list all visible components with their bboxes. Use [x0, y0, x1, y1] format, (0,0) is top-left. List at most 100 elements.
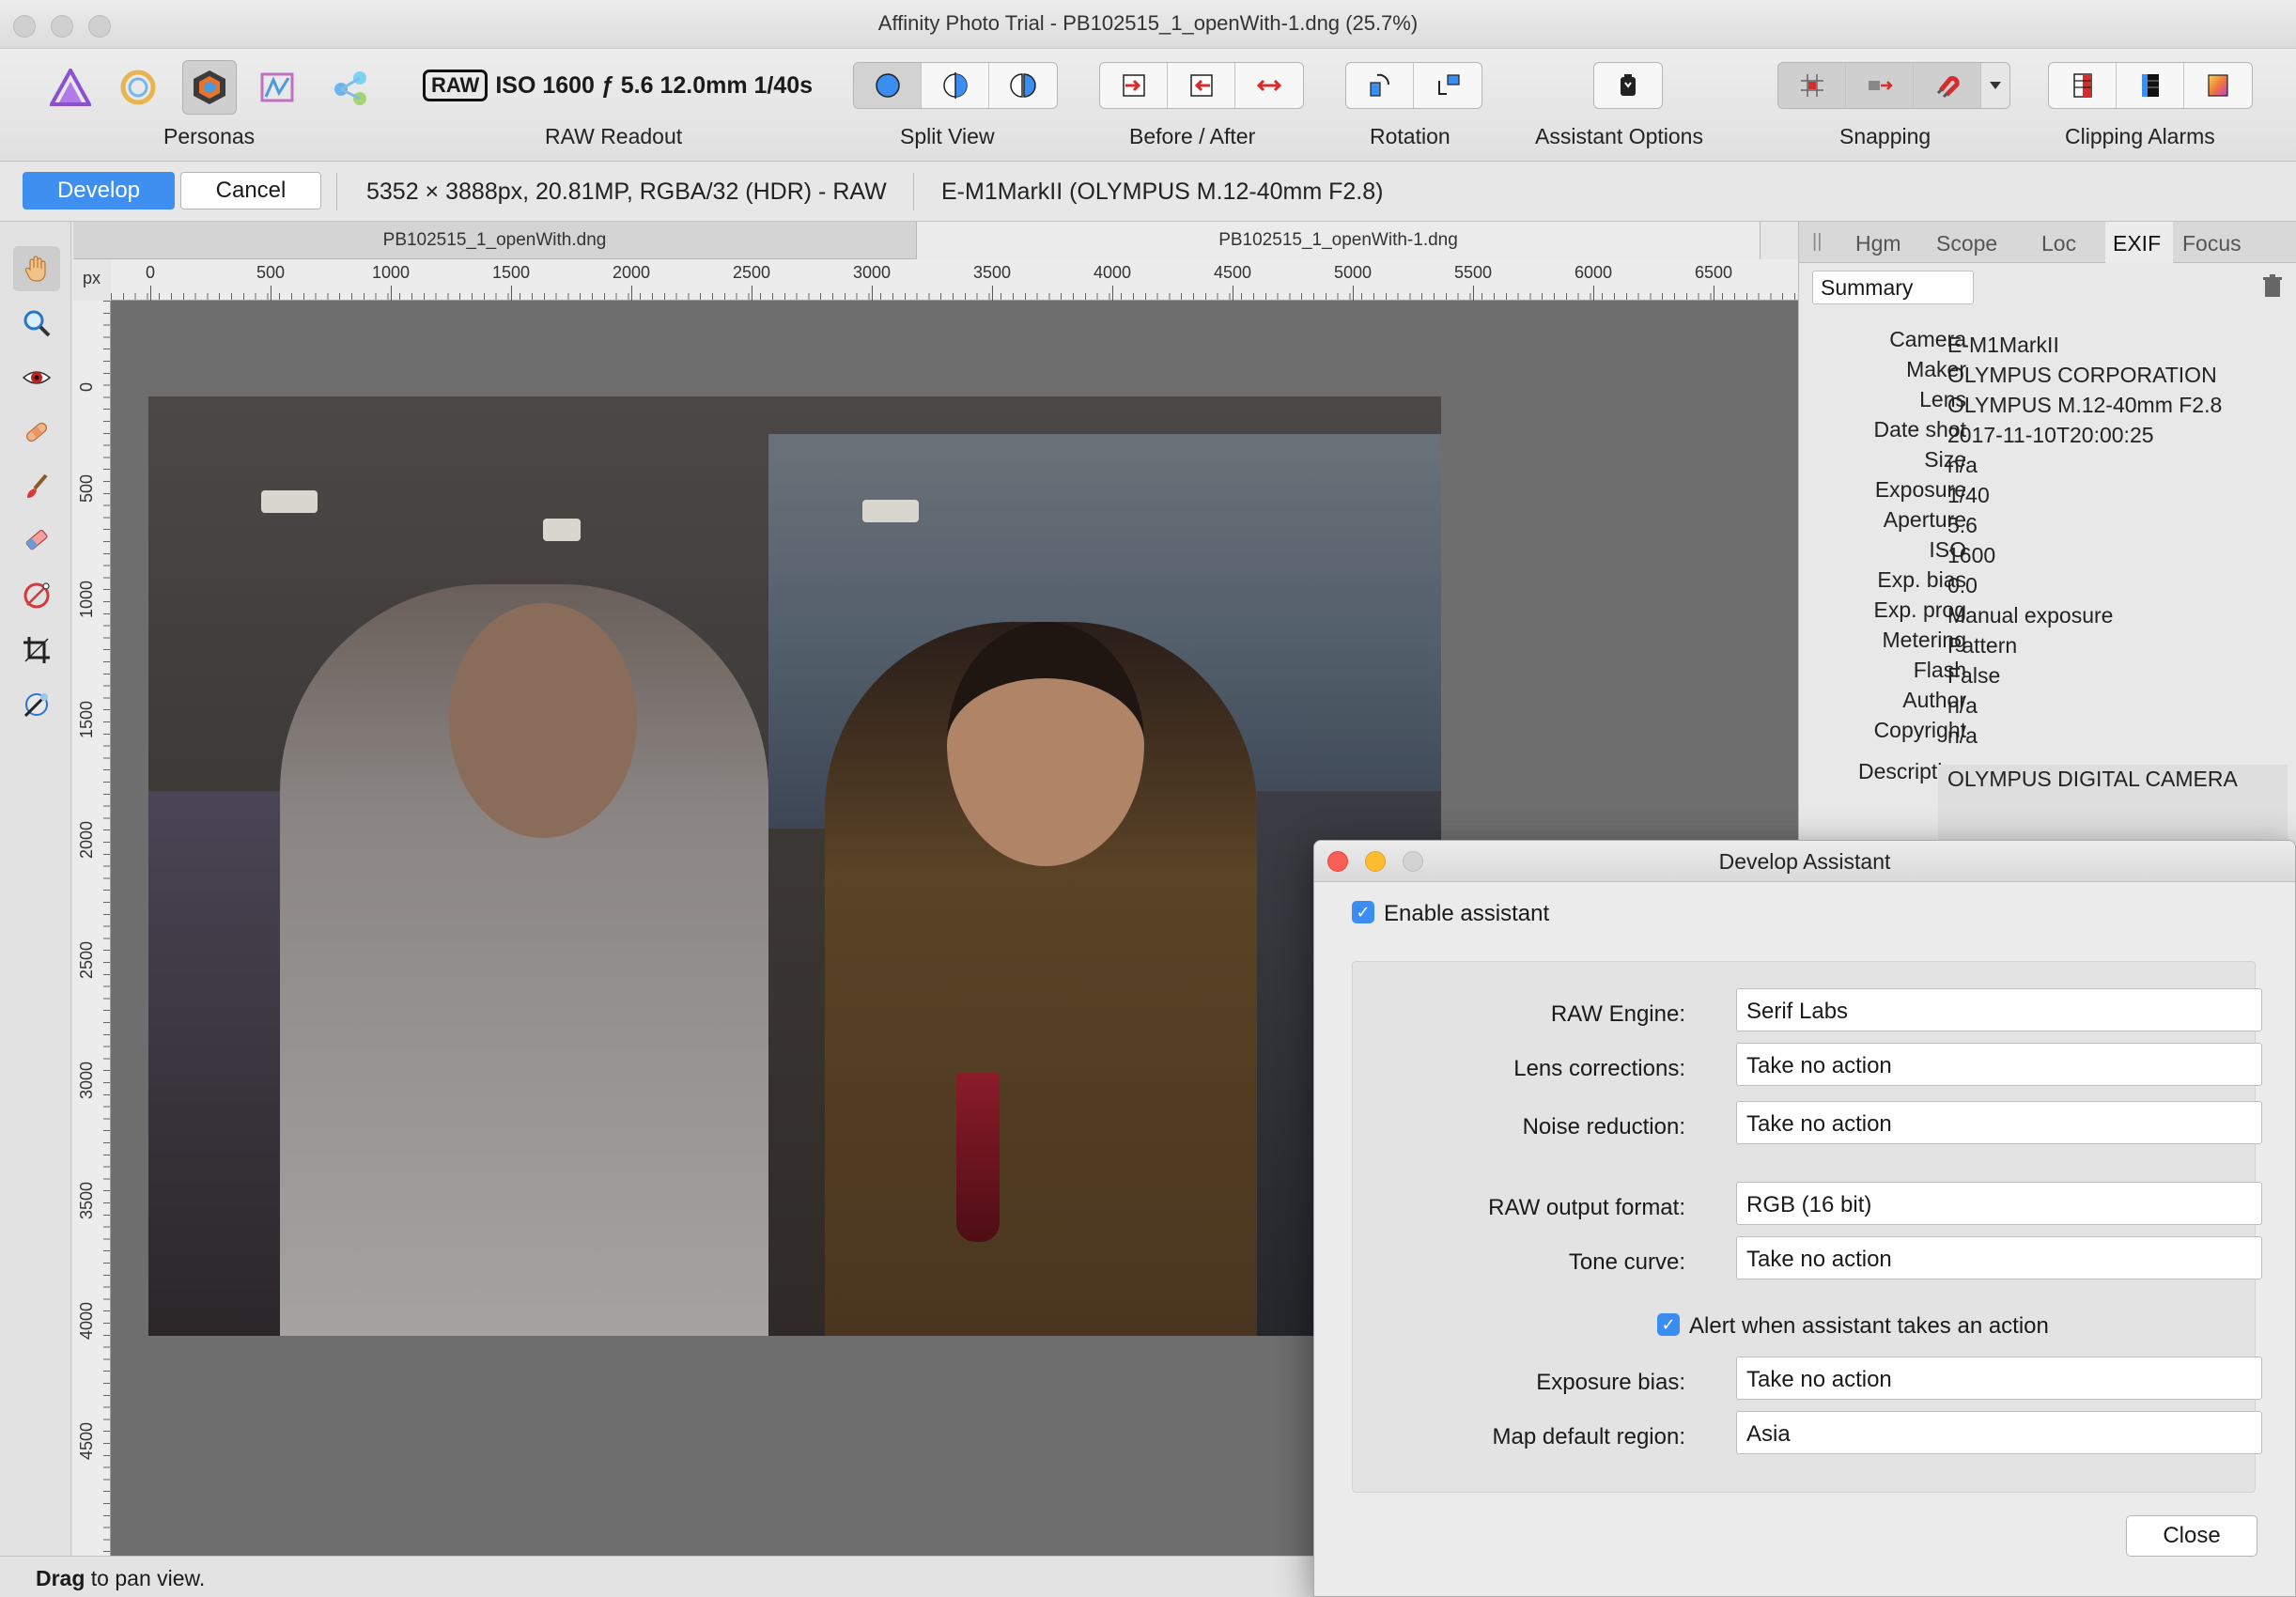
tone-mapping-persona-icon[interactable]: [250, 60, 304, 115]
clipping-alarms-group: [2048, 62, 2253, 109]
photo-ceiling-light: [862, 500, 919, 522]
exif-value: OLYMPUS M.12-40mm F2.8: [1947, 393, 2223, 417]
blemish-removal-tool-icon[interactable]: [13, 410, 60, 455]
enable-assistant-checkbox[interactable]: ✓: [1352, 901, 1374, 923]
ruler-tick: 4500: [77, 1421, 96, 1460]
raw-engine-select[interactable]: Serif Labs: [1736, 988, 2262, 1031]
raw-output-format-label: RAW output format:: [1488, 1195, 1685, 1220]
split-view-caption: Split View: [900, 124, 995, 148]
clip-shadows-icon[interactable]: [2117, 63, 2184, 108]
exif-value: False: [1947, 663, 2001, 688]
ruler-tick: 3500: [77, 1181, 96, 1219]
before-after-group: [1099, 62, 1304, 109]
tab-location[interactable]: Loc: [2041, 231, 2076, 256]
overlay-paint-tool-icon[interactable]: [13, 464, 60, 509]
ruler-tick: 5000: [1333, 263, 1373, 301]
panel-grip-icon[interactable]: ||: [1812, 231, 1822, 253]
photo-image: [148, 396, 1441, 1336]
tab-exif[interactable]: EXIF: [2113, 231, 2161, 256]
personas-caption: Personas: [163, 124, 256, 148]
assistant-butler-icon[interactable]: [1594, 63, 1662, 108]
title-bar: Affinity Photo Trial - PB102515_1_openWi…: [0, 0, 2296, 49]
ruler-tick: 0: [145, 263, 156, 301]
snapping-align-icon[interactable]: [1846, 63, 1914, 108]
exif-value: n/a: [1947, 453, 1978, 477]
close-button[interactable]: Close: [2126, 1515, 2257, 1557]
horizontal-ruler: px 0 500 1000 1500 2000 2500 3000 3500 4…: [83, 259, 1798, 301]
lens-corrections-select[interactable]: Take no action: [1736, 1043, 2262, 1086]
white-balance-tool-icon[interactable]: [13, 682, 60, 727]
zoom-tool-icon[interactable]: [13, 301, 60, 346]
clipping-alarms-caption: Clipping Alarms: [2065, 124, 2215, 148]
clip-highlights-icon[interactable]: [2049, 63, 2117, 108]
tab-histogram[interactable]: Hgm: [1855, 231, 1901, 256]
exif-value: E-M1MarkII: [1947, 333, 2059, 357]
exif-value: n/a: [1947, 723, 1978, 748]
exif-value: OLYMPUS DIGITAL CAMERA: [1947, 767, 2238, 791]
red-eye-tool-icon[interactable]: [13, 355, 60, 400]
overlay-erase-tool-icon[interactable]: [13, 519, 60, 564]
rotation-caption: Rotation: [1370, 124, 1451, 148]
ruler-tick: 2000: [77, 820, 96, 859]
ruler-tick: 3000: [852, 263, 892, 301]
assistant-options-caption: Assistant Options: [1535, 124, 1703, 148]
swap-before-after-icon[interactable]: [1235, 63, 1303, 108]
export-persona-icon[interactable]: [323, 60, 378, 115]
photo-ceiling-light: [543, 519, 581, 541]
raw-readout: RAW ISO 1600 ƒ 5.6 12.0mm 1/40s: [423, 70, 813, 101]
camera-info: E-M1MarkII (OLYMPUS M.12-40mm F2.8): [941, 178, 1384, 205]
tone-curve-label: Tone curve:: [1568, 1249, 1685, 1275]
ruler-tick: 0: [77, 381, 96, 392]
doc-tab-active[interactable]: PB102515_1_openWith-1.dng: [917, 222, 1761, 259]
develop-button[interactable]: Develop: [23, 172, 175, 209]
context-divider: [913, 173, 914, 210]
main-toolbar: Personas RAW ISO 1600 ƒ 5.6 12.0mm 1/40s…: [0, 49, 2296, 162]
document-tabs: PB102515_1_openWith.dng PB102515_1_openW…: [73, 222, 1761, 259]
cancel-button[interactable]: Cancel: [180, 172, 321, 209]
trash-icon[interactable]: [2262, 274, 2283, 305]
overlay-gradient-tool-icon[interactable]: [13, 573, 60, 618]
develop-persona-icon[interactable]: [182, 60, 237, 115]
crop-tool-icon[interactable]: [13, 628, 60, 673]
window-title: Affinity Photo Trial - PB102515_1_openWi…: [877, 11, 1419, 35]
rotate-left-icon[interactable]: [1346, 63, 1414, 108]
tools-panel: [0, 222, 71, 1556]
copy-to-after-icon[interactable]: [1100, 63, 1168, 108]
alert-checkbox[interactable]: ✓: [1657, 1313, 1680, 1336]
rotate-right-icon[interactable]: [1414, 63, 1482, 108]
tab-scope[interactable]: Scope: [1936, 231, 1997, 256]
dialog-title-bar: Develop Assistant: [1314, 841, 2295, 882]
snapping-caption: Snapping: [1839, 124, 1931, 148]
ruler-tick: 1000: [371, 263, 411, 301]
split-view-button[interactable]: [922, 63, 989, 108]
mirror-view-button[interactable]: [989, 63, 1057, 108]
ruler-tick: 4500: [1213, 263, 1252, 301]
doc-tab-original[interactable]: PB102515_1_openWith.dng: [73, 222, 917, 259]
rotation-group: [1345, 62, 1482, 109]
tone-curve-select[interactable]: Take no action: [1736, 1236, 2262, 1279]
clip-tones-icon[interactable]: [2184, 63, 2252, 108]
image-info: 5352 × 3888px, 20.81MP, RGBA/32 (HDR) - …: [366, 178, 887, 205]
ruler-tick: 3000: [77, 1061, 96, 1099]
exposure-bias-select[interactable]: Take no action: [1736, 1357, 2262, 1400]
raw-output-format-select[interactable]: RGB (16 bit): [1736, 1182, 2262, 1225]
raw-badge: RAW: [423, 70, 489, 101]
ruler-tick: 1000: [77, 580, 96, 618]
raw-readout-values: ISO 1600 ƒ 5.6 12.0mm 1/40s: [495, 71, 814, 99]
alert-label: Alert when assistant takes an action: [1689, 1313, 2049, 1339]
noise-reduction-label: Noise reduction:: [1522, 1114, 1685, 1140]
snapping-dropdown-icon[interactable]: [1981, 63, 2009, 108]
snapping-grid-icon[interactable]: [1778, 63, 1846, 108]
map-default-region-label: Map default region:: [1492, 1424, 1685, 1450]
exif-view-select[interactable]: Summary: [1812, 271, 1974, 304]
noise-reduction-select[interactable]: Take no action: [1736, 1101, 2262, 1144]
single-view-button[interactable]: [854, 63, 922, 108]
photo-persona-icon[interactable]: [43, 60, 98, 115]
snapping-magnet-icon[interactable]: [1914, 63, 1981, 108]
map-default-region-select[interactable]: Asia: [1736, 1411, 2262, 1454]
tab-focus[interactable]: Focus: [2182, 231, 2242, 256]
copy-to-before-icon[interactable]: [1168, 63, 1235, 108]
hand-tool-icon[interactable]: [13, 246, 60, 291]
liquify-persona-icon[interactable]: [111, 60, 165, 115]
ruler-tick: 1500: [491, 263, 531, 301]
